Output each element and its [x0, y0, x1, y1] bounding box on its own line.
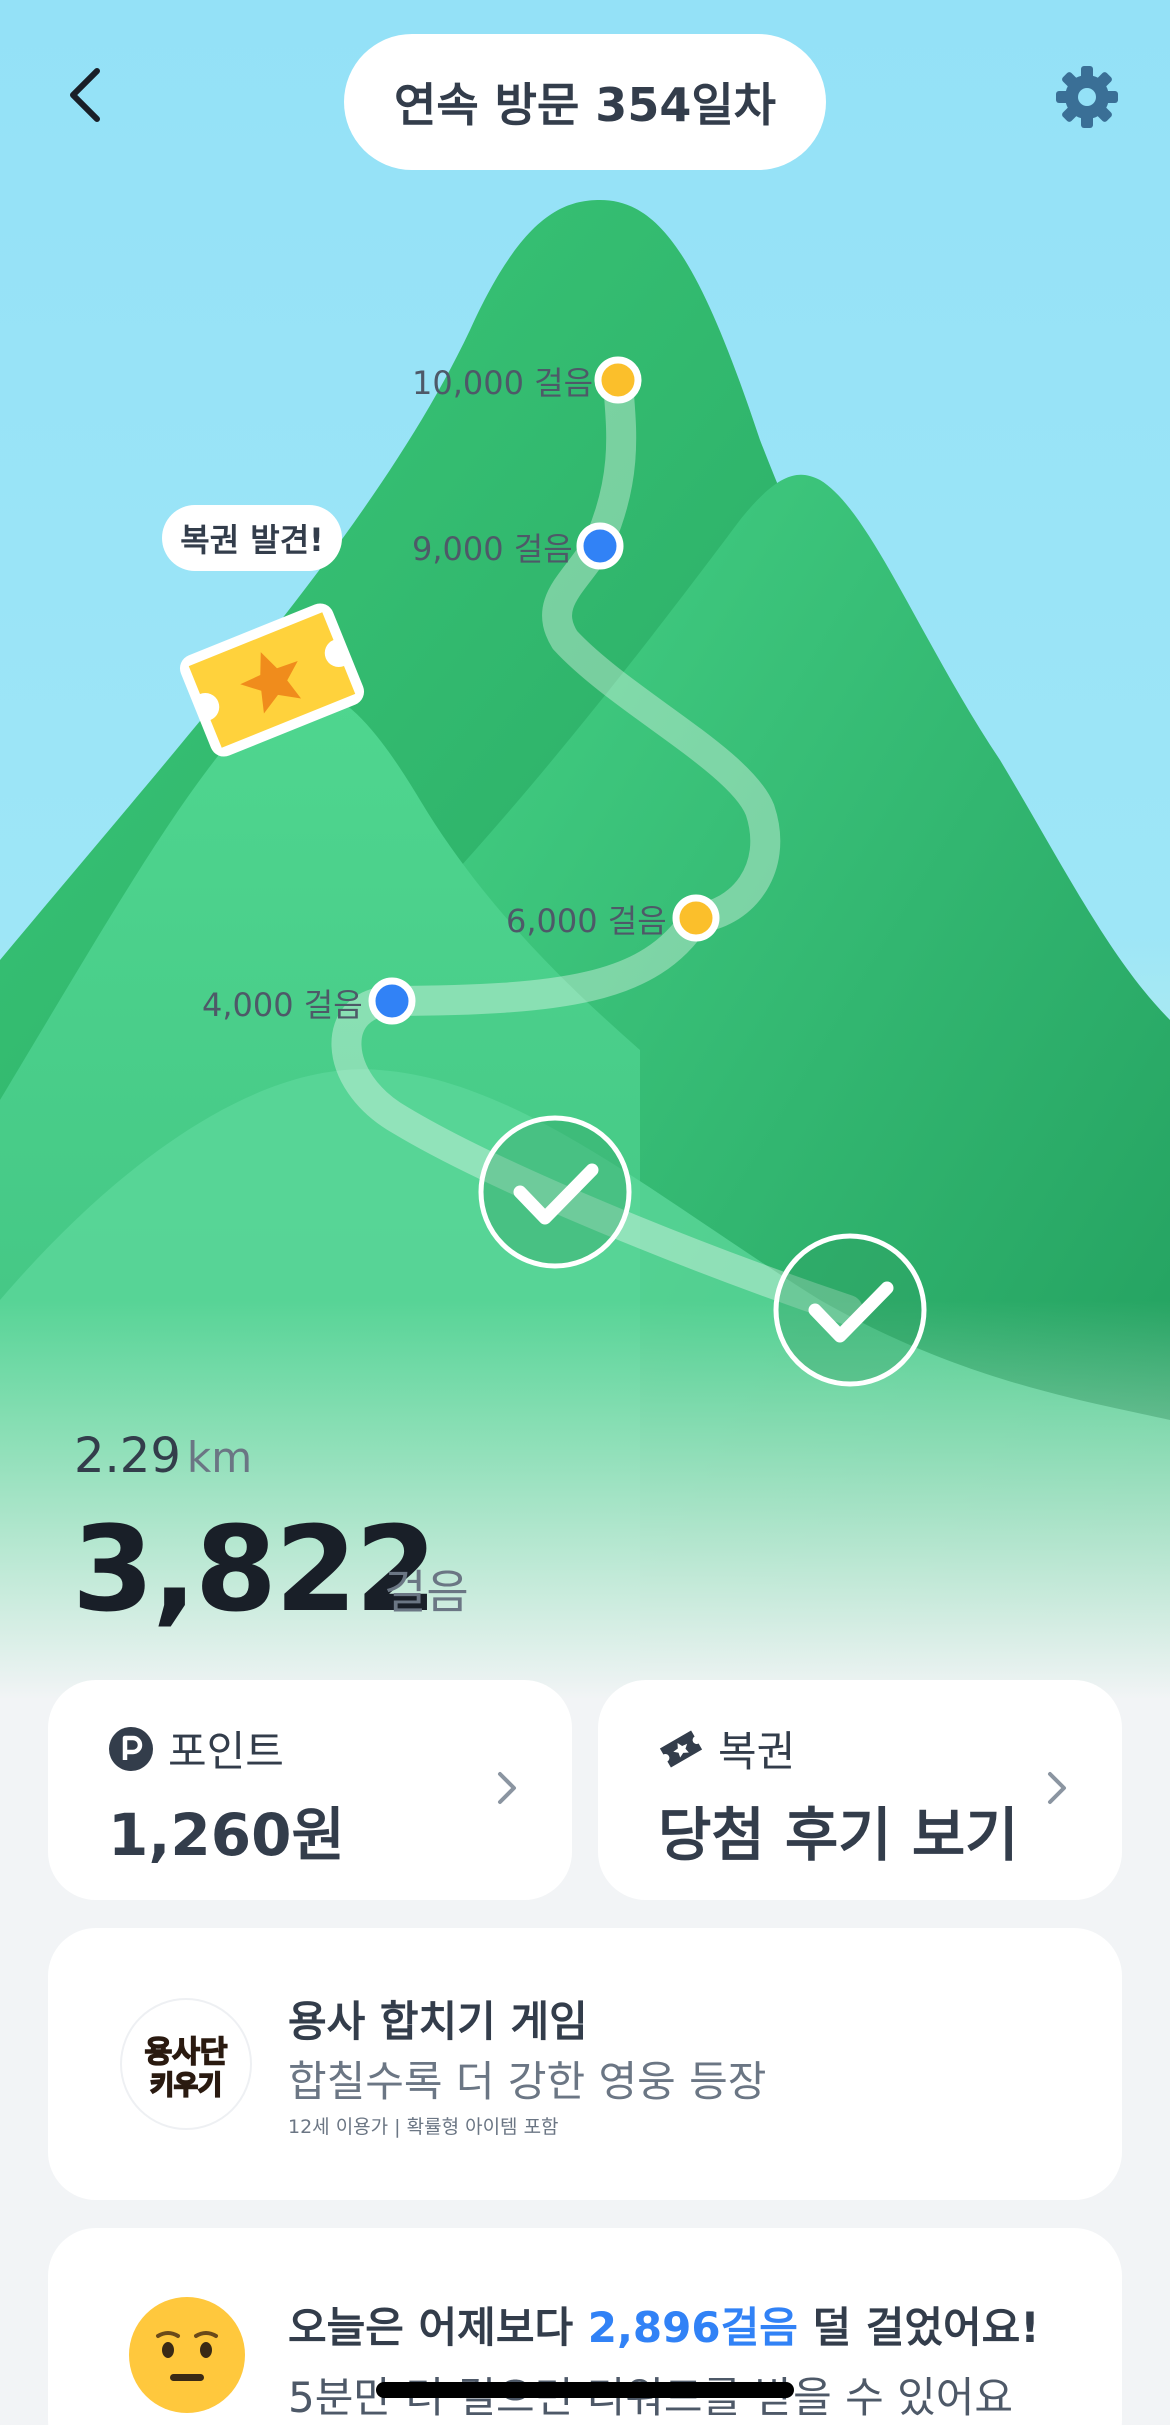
points-value: 1,260원	[108, 1801, 345, 1869]
milestone-dot-9000	[576, 522, 624, 570]
points-header: 포인트	[108, 1718, 284, 1779]
lottery-value: 당첨 후기 보기	[658, 1801, 1019, 1869]
chevron-right-icon	[1048, 1772, 1066, 1804]
distance: 2.29 km	[74, 1428, 252, 1484]
milestone-label-9000: 9,000 걸음	[412, 530, 573, 568]
chevron-left-icon	[70, 68, 100, 122]
lottery-label: 복권	[718, 1727, 796, 1776]
game-logo-art: 용사단 키우기	[126, 2004, 246, 2124]
steps-unit: 걸음	[384, 1565, 469, 1619]
points-card[interactable]: 포인트 1,260원	[48, 1680, 572, 1900]
compare-highlight: 2,896걸음	[587, 2303, 798, 2352]
back-button[interactable]	[50, 55, 120, 135]
distance-value: 2.29	[74, 1428, 181, 1484]
meh-face-icon	[129, 2297, 245, 2413]
lottery-header: 복권	[658, 1718, 795, 1779]
step-map-hero: 연속 방문 354일차 복권 발견! 10,000 걸음 9,000 걸음 6,…	[0, 0, 1170, 1700]
points-icon	[109, 1726, 153, 1771]
milestone-label-4000: 4,000 걸음	[202, 986, 363, 1024]
lottery-card[interactable]: 복권 당첨 후기 보기	[598, 1680, 1122, 1900]
milestone-dot-4000	[368, 977, 416, 1025]
game-promo-card[interactable]: 용사단 키우기 용사 합치기 게임 합칠수록 더 강한 영웅 등장 12세 이용…	[48, 1928, 1122, 2200]
home-indicator[interactable]	[376, 2382, 794, 2398]
streak-title: 연속 방문 354일차	[344, 34, 826, 170]
points-label: 포인트	[168, 1727, 284, 1776]
game-logo: 용사단 키우기	[120, 1998, 252, 2130]
gear-icon	[1056, 66, 1118, 128]
game-logo-text-top: 용사단	[145, 2035, 228, 2070]
milestone-dot-6000	[672, 894, 720, 942]
settings-button[interactable]	[1050, 60, 1124, 134]
ticket-icon	[659, 1729, 703, 1768]
compare-prefix: 오늘은 어제보다	[288, 2303, 588, 2352]
compare-suffix: 덜 걸었어요!	[797, 2303, 1040, 2352]
game-age-note: 12세 이용가 | 확률형 아이템 포함	[288, 2116, 559, 2138]
game-subtitle: 합칠수록 더 강한 영웅 등장	[288, 2057, 767, 2106]
milestone-label-6000: 6,000 걸음	[506, 902, 667, 940]
chevron-right-icon	[498, 1772, 516, 1804]
game-title: 용사 합치기 게임	[288, 1997, 588, 2046]
distance-unit: km	[186, 1433, 253, 1482]
completed-check-icon	[773, 1233, 927, 1387]
lottery-found-bubble: 복권 발견!	[162, 505, 342, 571]
milestone-dot-10000	[594, 356, 642, 404]
compare-message: 오늘은 어제보다 2,896걸음 덜 걸었어요!	[288, 2294, 1039, 2355]
milestone-label-10000: 10,000 걸음	[412, 364, 594, 402]
completed-check-icon	[478, 1115, 632, 1269]
game-logo-text-bottom: 키우기	[150, 2071, 222, 2101]
steps-count: 3,822	[72, 1500, 437, 1638]
